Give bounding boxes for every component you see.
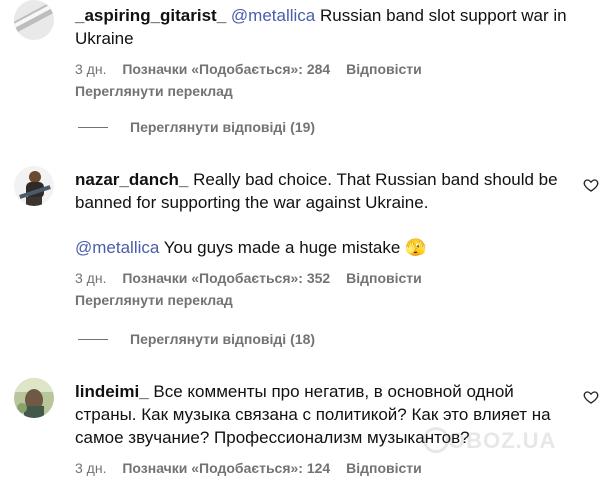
avatar-image <box>14 166 54 206</box>
view-replies-button[interactable]: Переглянути відповіді (19) <box>78 119 315 135</box>
timestamp: 3 дн. <box>75 61 107 77</box>
avatar-image <box>14 378 54 418</box>
avatar[interactable] <box>14 166 54 206</box>
timestamp: 3 дн. <box>75 270 107 286</box>
heart-outline-icon[interactable] <box>583 389 599 405</box>
view-replies-button[interactable]: Переглянути відповіді (18) <box>78 331 315 347</box>
comment-body-2: You guys made a huge mistake 🫣 <box>159 238 427 257</box>
reply-button[interactable]: Відповісти <box>346 270 422 286</box>
likes-count[interactable]: Позначки «Подобається»: 352 <box>122 270 330 286</box>
comment-text: _aspiring_gitarist_ @metallica Russian b… <box>75 4 575 50</box>
see-translation-link[interactable]: Переглянути переклад <box>75 291 575 309</box>
watermark: OBOZ.UA <box>448 428 557 453</box>
heart-outline-icon[interactable] <box>583 177 599 193</box>
comment-text: nazar_danch_ Really bad choice. That Rus… <box>75 168 575 214</box>
username[interactable]: _aspiring_gitarist_ <box>75 6 226 25</box>
watermark-logo-icon <box>423 427 449 453</box>
replies-count: (18) <box>290 331 316 347</box>
reply-button[interactable]: Відповісти <box>346 61 422 77</box>
comment-meta: 3 дн. Позначки «Подобається»: 124 Відпов… <box>75 459 575 477</box>
username[interactable]: nazar_danch_ <box>75 170 188 189</box>
mention-link[interactable]: @metallica <box>231 6 315 25</box>
comment-text-second-paragraph: @metallica You guys made a huge mistake … <box>75 236 575 259</box>
mention-link[interactable]: @metallica <box>75 238 159 257</box>
replies-count: (19) <box>290 119 316 135</box>
view-replies-label: Переглянути відповіді <box>130 119 287 135</box>
likes-count[interactable]: Позначки «Подобається»: 124 <box>122 460 330 476</box>
username[interactable]: lindeimi_ <box>75 382 149 401</box>
avatar-image <box>14 0 54 40</box>
view-replies-label: Переглянути відповіді <box>130 331 287 347</box>
reply-button[interactable]: Відповісти <box>346 460 422 476</box>
comment-meta: 3 дн. Позначки «Подобається»: 352 Відпов… <box>75 269 575 287</box>
replies-divider-line <box>78 126 108 128</box>
timestamp: 3 дн. <box>75 460 107 476</box>
likes-count[interactable]: Позначки «Подобається»: 284 <box>122 61 330 77</box>
see-translation-link[interactable]: Переглянути переклад <box>75 82 575 100</box>
avatar[interactable] <box>14 378 54 418</box>
replies-divider-line <box>78 338 108 340</box>
avatar[interactable] <box>14 0 54 40</box>
comment-meta: 3 дн. Позначки «Подобається»: 284 Відпов… <box>75 60 575 78</box>
